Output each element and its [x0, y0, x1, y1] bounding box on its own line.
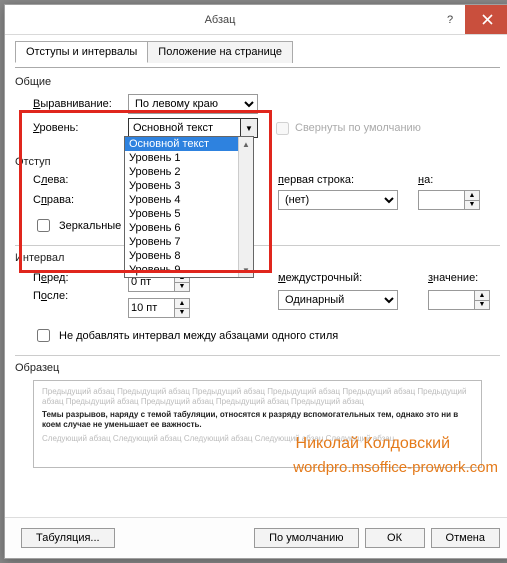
- no-add-space-checkbox[interactable]: [37, 329, 50, 342]
- label-before: Перед:: [33, 272, 128, 284]
- spacing-value-input[interactable]: [428, 290, 474, 310]
- level-option[interactable]: Уровень 6: [125, 221, 253, 235]
- level-select[interactable]: Основной текст: [128, 118, 241, 138]
- tabs-button[interactable]: Табуляция...: [21, 528, 115, 548]
- label-value: значение:: [428, 272, 500, 284]
- level-select-arrow[interactable]: ▼: [241, 118, 258, 138]
- level-option[interactable]: Уровень 9: [125, 263, 253, 277]
- group-indent: Отступ: [15, 156, 500, 168]
- label-line-spacing: междустрочный:: [278, 272, 428, 284]
- dialog-window: Абзац ? Отступы и интервалы Положение на…: [4, 4, 507, 559]
- preview-next-text: Следующий абзац Следующий абзац Следующи…: [42, 434, 473, 444]
- ok-button[interactable]: ОК: [365, 528, 425, 548]
- level-option[interactable]: Уровень 3: [125, 179, 253, 193]
- group-general: Общие: [15, 76, 500, 88]
- tab-indents[interactable]: Отступы и интервалы: [15, 41, 148, 63]
- level-option[interactable]: Основной текст: [125, 137, 253, 151]
- level-option[interactable]: Уровень 4: [125, 193, 253, 207]
- level-option[interactable]: Уровень 2: [125, 165, 253, 179]
- level-dropdown-list[interactable]: Основной текст Уровень 1 Уровень 2 Урове…: [124, 136, 254, 278]
- label-left: Слева:: [33, 174, 128, 186]
- group-sample: Образец: [15, 362, 500, 374]
- after-input[interactable]: [128, 298, 174, 318]
- label-after: После:: [33, 290, 128, 302]
- preview-box: Предыдущий абзац Предыдущий абзац Предыд…: [33, 380, 482, 468]
- tab-position[interactable]: Положение на странице: [147, 41, 293, 63]
- level-option[interactable]: Уровень 5: [125, 207, 253, 221]
- tab-panel: Общие Выравнивание: По левому краю Урове…: [15, 67, 500, 468]
- label-first-line: первая строка:: [278, 174, 418, 186]
- default-button[interactable]: По умолчанию: [254, 528, 358, 548]
- dropdown-scrollbar[interactable]: ▲▼: [238, 137, 253, 277]
- first-line-select[interactable]: (нет): [278, 190, 398, 210]
- first-line-value-input[interactable]: [418, 190, 464, 210]
- mirror-checkbox[interactable]: [37, 219, 50, 232]
- line-spacing-select[interactable]: Одинарный: [278, 290, 398, 310]
- after-spinner[interactable]: ▲▼: [174, 298, 190, 318]
- preview-prev-text: Предыдущий абзац Предыдущий абзац Предыд…: [42, 387, 473, 407]
- label-alignment: Выравнивание:: [33, 98, 128, 110]
- level-option[interactable]: Уровень 8: [125, 249, 253, 263]
- first-line-spinner[interactable]: ▲▼: [464, 190, 480, 210]
- close-button[interactable]: [465, 5, 507, 34]
- label-right: Справа:: [33, 194, 128, 206]
- dialog-footer: Табуляция... По умолчанию ОК Отмена: [5, 517, 507, 558]
- collapsed-checkbox: [276, 122, 289, 135]
- group-interval: Интервал: [15, 252, 500, 264]
- cancel-button[interactable]: Отмена: [431, 528, 500, 548]
- help-button[interactable]: ?: [435, 5, 465, 34]
- level-option[interactable]: Уровень 1: [125, 151, 253, 165]
- label-level: Уровень:: [33, 122, 128, 134]
- spacing-value-spinner[interactable]: ▲▼: [474, 290, 490, 310]
- alignment-select[interactable]: По левому краю: [128, 94, 258, 114]
- dialog-title: Абзац: [5, 14, 435, 26]
- titlebar: Абзац ?: [5, 5, 507, 35]
- level-option[interactable]: Уровень 7: [125, 235, 253, 249]
- label-on: на:: [418, 174, 500, 186]
- label-no-add: Не добавлять интервал между абзацами одн…: [59, 330, 338, 342]
- preview-sample-text: Темы разрывов, наряду с темой табуляции,…: [42, 410, 473, 431]
- label-collapsed: Свернуты по умолчанию: [295, 122, 421, 134]
